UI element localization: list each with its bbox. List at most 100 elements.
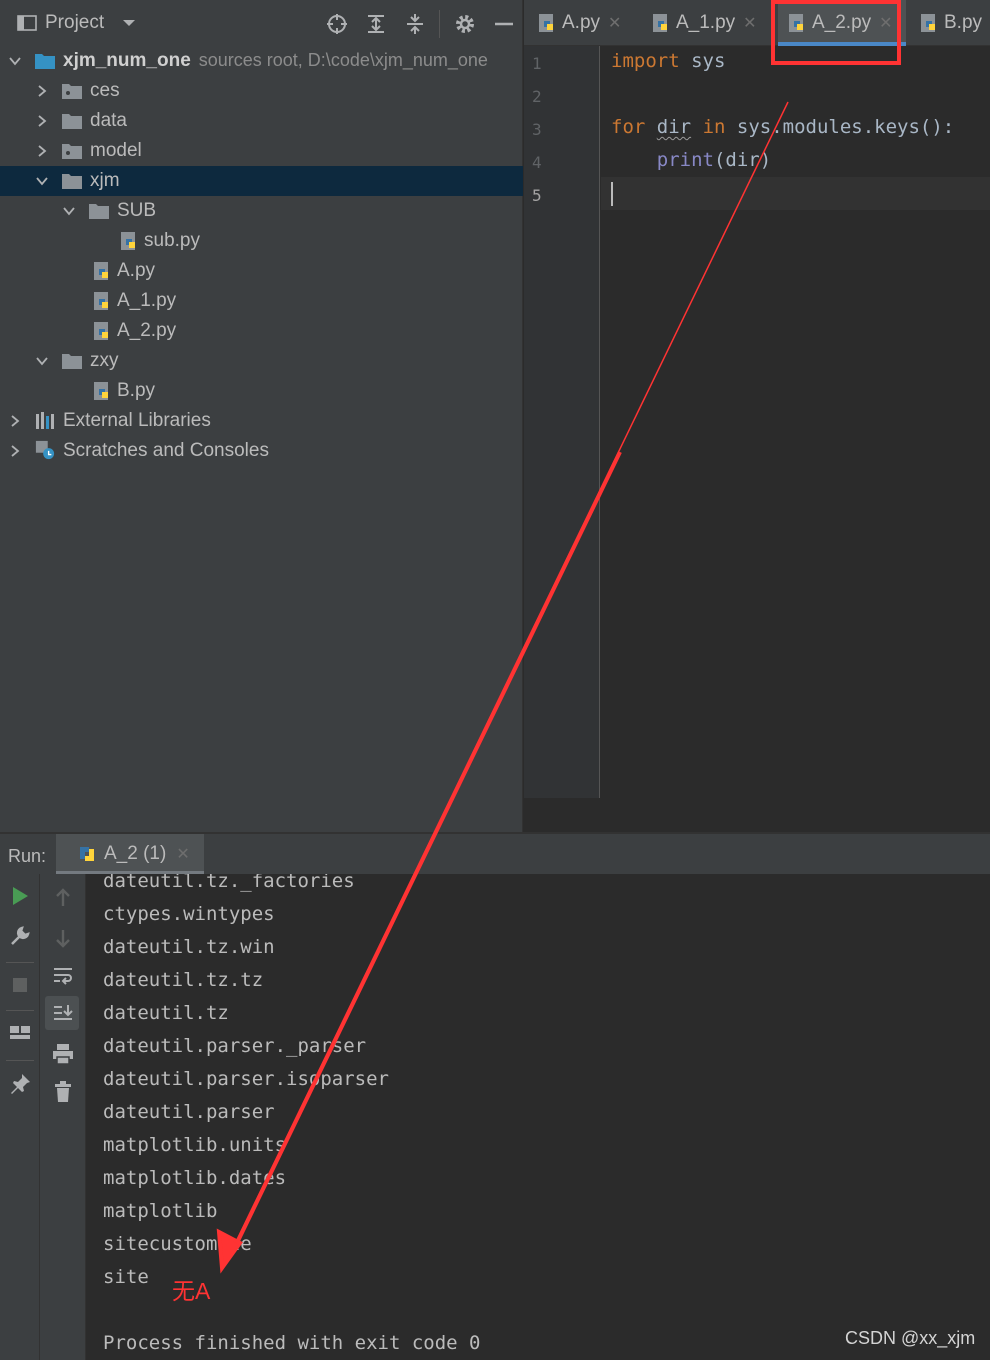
python-file-icon xyxy=(653,14,667,32)
tree-item-external-libraries[interactable]: External Libraries xyxy=(0,406,523,436)
chevron-down-icon[interactable] xyxy=(35,354,49,368)
project-header: Project xyxy=(0,0,523,46)
python-file-icon xyxy=(94,292,108,310)
console-line: matplotlib.units xyxy=(103,1134,287,1156)
tree-item-sub[interactable]: SUB xyxy=(0,196,523,226)
locate-icon[interactable] xyxy=(325,12,349,36)
line-number: 3 xyxy=(532,120,542,139)
soft-wrap-icon[interactable] xyxy=(51,964,75,988)
tab-a2-py[interactable]: A_2.py ✕ xyxy=(778,0,906,46)
tree-item-sub-py[interactable]: sub.py xyxy=(0,226,523,256)
module-folder-icon xyxy=(35,54,55,69)
line-number: 4 xyxy=(532,153,542,172)
pin-icon[interactable] xyxy=(8,1072,32,1096)
close-icon[interactable]: ✕ xyxy=(608,13,621,33)
console-line: dateutil.tz.win xyxy=(103,936,275,958)
run-icon[interactable] xyxy=(8,884,32,908)
run-label: Run: xyxy=(8,846,47,866)
line-number: 5 xyxy=(532,186,542,205)
tree-item-label: A.py xyxy=(117,260,156,281)
run-tool-window-header: Run: A_2 (1) ✕ xyxy=(0,832,990,874)
chevron-down-icon[interactable] xyxy=(35,174,49,188)
close-icon[interactable]: ✕ xyxy=(176,844,189,864)
tree-item-label: A_2.py xyxy=(117,320,177,341)
code-line-4: print(dir) xyxy=(656,149,772,171)
chevron-right-icon[interactable] xyxy=(35,144,49,158)
code-editor[interactable]: import sys for dir in sys.modules.keys()… xyxy=(601,46,990,798)
tree-item-xjm[interactable]: xjm xyxy=(0,166,523,196)
project-tool-window: Project xjm_num_one sources root, D:\code… xyxy=(0,0,523,832)
arrow-up-icon[interactable] xyxy=(51,886,75,910)
chevron-down-icon[interactable] xyxy=(8,54,22,68)
console-line: Process finished with exit code 0 xyxy=(103,1332,481,1354)
tree-item-label: model xyxy=(90,140,142,161)
package-folder-icon xyxy=(62,144,82,159)
run-tab[interactable]: A_2 (1) ✕ xyxy=(56,834,204,874)
python-file-icon xyxy=(789,14,803,32)
tab-a1-py[interactable]: A_1.py ✕ xyxy=(650,0,768,46)
tree-item-label: SUB xyxy=(117,200,157,221)
tree-item-data[interactable]: data xyxy=(0,106,523,136)
current-line-highlight xyxy=(601,177,990,210)
chevron-right-icon[interactable] xyxy=(35,84,49,98)
wrench-icon[interactable] xyxy=(8,924,32,948)
python-icon xyxy=(80,847,94,861)
text-caret xyxy=(611,182,613,206)
expand-all-icon[interactable] xyxy=(364,12,388,36)
tab-label: B.py xyxy=(944,12,983,33)
tab-a-py[interactable]: A.py ✕ xyxy=(536,0,644,46)
python-file-icon xyxy=(921,14,935,32)
tree-item-a-py[interactable]: A.py xyxy=(0,256,523,286)
tree-item-xjm-num-one[interactable]: xjm_num_one sources root, D:\code\xjm_num… xyxy=(0,46,523,76)
python-file-icon xyxy=(539,14,553,32)
console-line: dateutil.parser.isoparser xyxy=(103,1068,389,1090)
hide-panel-icon[interactable] xyxy=(492,12,516,36)
tree-item-label: A_1.py xyxy=(117,290,177,311)
console-line: sitecustomize xyxy=(103,1233,252,1255)
layout-icon[interactable] xyxy=(8,1022,32,1046)
libraries-icon xyxy=(36,412,54,429)
tab-label: A.py xyxy=(562,12,601,33)
folder-icon xyxy=(62,354,82,369)
tree-item-ces[interactable]: ces xyxy=(0,76,523,106)
arrow-down-icon[interactable] xyxy=(51,926,75,950)
chevron-right-icon[interactable] xyxy=(35,114,49,128)
console-line: dateutil.parser xyxy=(103,1101,275,1123)
project-window-icon xyxy=(17,15,37,31)
print-icon[interactable] xyxy=(51,1042,75,1066)
chevron-right-icon[interactable] xyxy=(8,414,22,428)
console-line: dateutil.parser._parser xyxy=(103,1035,367,1057)
project-view-selector[interactable]: Project xyxy=(17,12,136,34)
chevron-right-icon[interactable] xyxy=(8,444,22,458)
editor-bottom-strip xyxy=(524,798,990,832)
tree-item-label: sub.py xyxy=(144,230,200,251)
gear-icon[interactable] xyxy=(453,12,477,36)
scratches-icon xyxy=(35,440,55,460)
run-console-output[interactable]: dateutil.tz._factories ctypes.wintypes d… xyxy=(86,874,990,1360)
project-title: Project xyxy=(45,12,105,33)
line-number-gutter[interactable]: 1 2 3 4 5 xyxy=(524,46,600,798)
scroll-to-end-icon[interactable] xyxy=(51,1002,75,1026)
tree-item-label: zxy xyxy=(90,350,119,371)
collapse-all-icon[interactable] xyxy=(403,12,427,36)
tab-b-py[interactable]: B.py xyxy=(918,0,990,46)
tree-item-scratches-and-consoles[interactable]: Scratches and Consoles xyxy=(0,436,523,466)
tree-item-label: xjm xyxy=(90,170,120,191)
tree-item-a1-py[interactable]: A_1.py xyxy=(0,286,523,316)
tree-item-label: B.py xyxy=(117,380,156,401)
source-root-hint: sources root, D:\code\xjm_num_one xyxy=(198,50,488,70)
tree-item-zxy[interactable]: zxy xyxy=(0,346,523,376)
python-file-icon xyxy=(94,382,108,400)
chevron-down-icon[interactable] xyxy=(62,204,76,218)
tree-item-model[interactable]: model xyxy=(0,136,523,166)
tree-item-label: External Libraries xyxy=(63,410,211,431)
close-icon[interactable]: ✕ xyxy=(879,13,892,33)
tree-item-label: data xyxy=(90,110,127,131)
console-line: matplotlib xyxy=(103,1200,218,1222)
close-icon[interactable]: ✕ xyxy=(743,13,756,33)
tree-item-b-py[interactable]: B.py xyxy=(0,376,523,406)
tree-item-a2-py[interactable]: A_2.py xyxy=(0,316,523,346)
stop-icon[interactable] xyxy=(8,973,32,997)
run-toolbar-primary xyxy=(0,874,40,1360)
trash-icon[interactable] xyxy=(51,1080,75,1104)
